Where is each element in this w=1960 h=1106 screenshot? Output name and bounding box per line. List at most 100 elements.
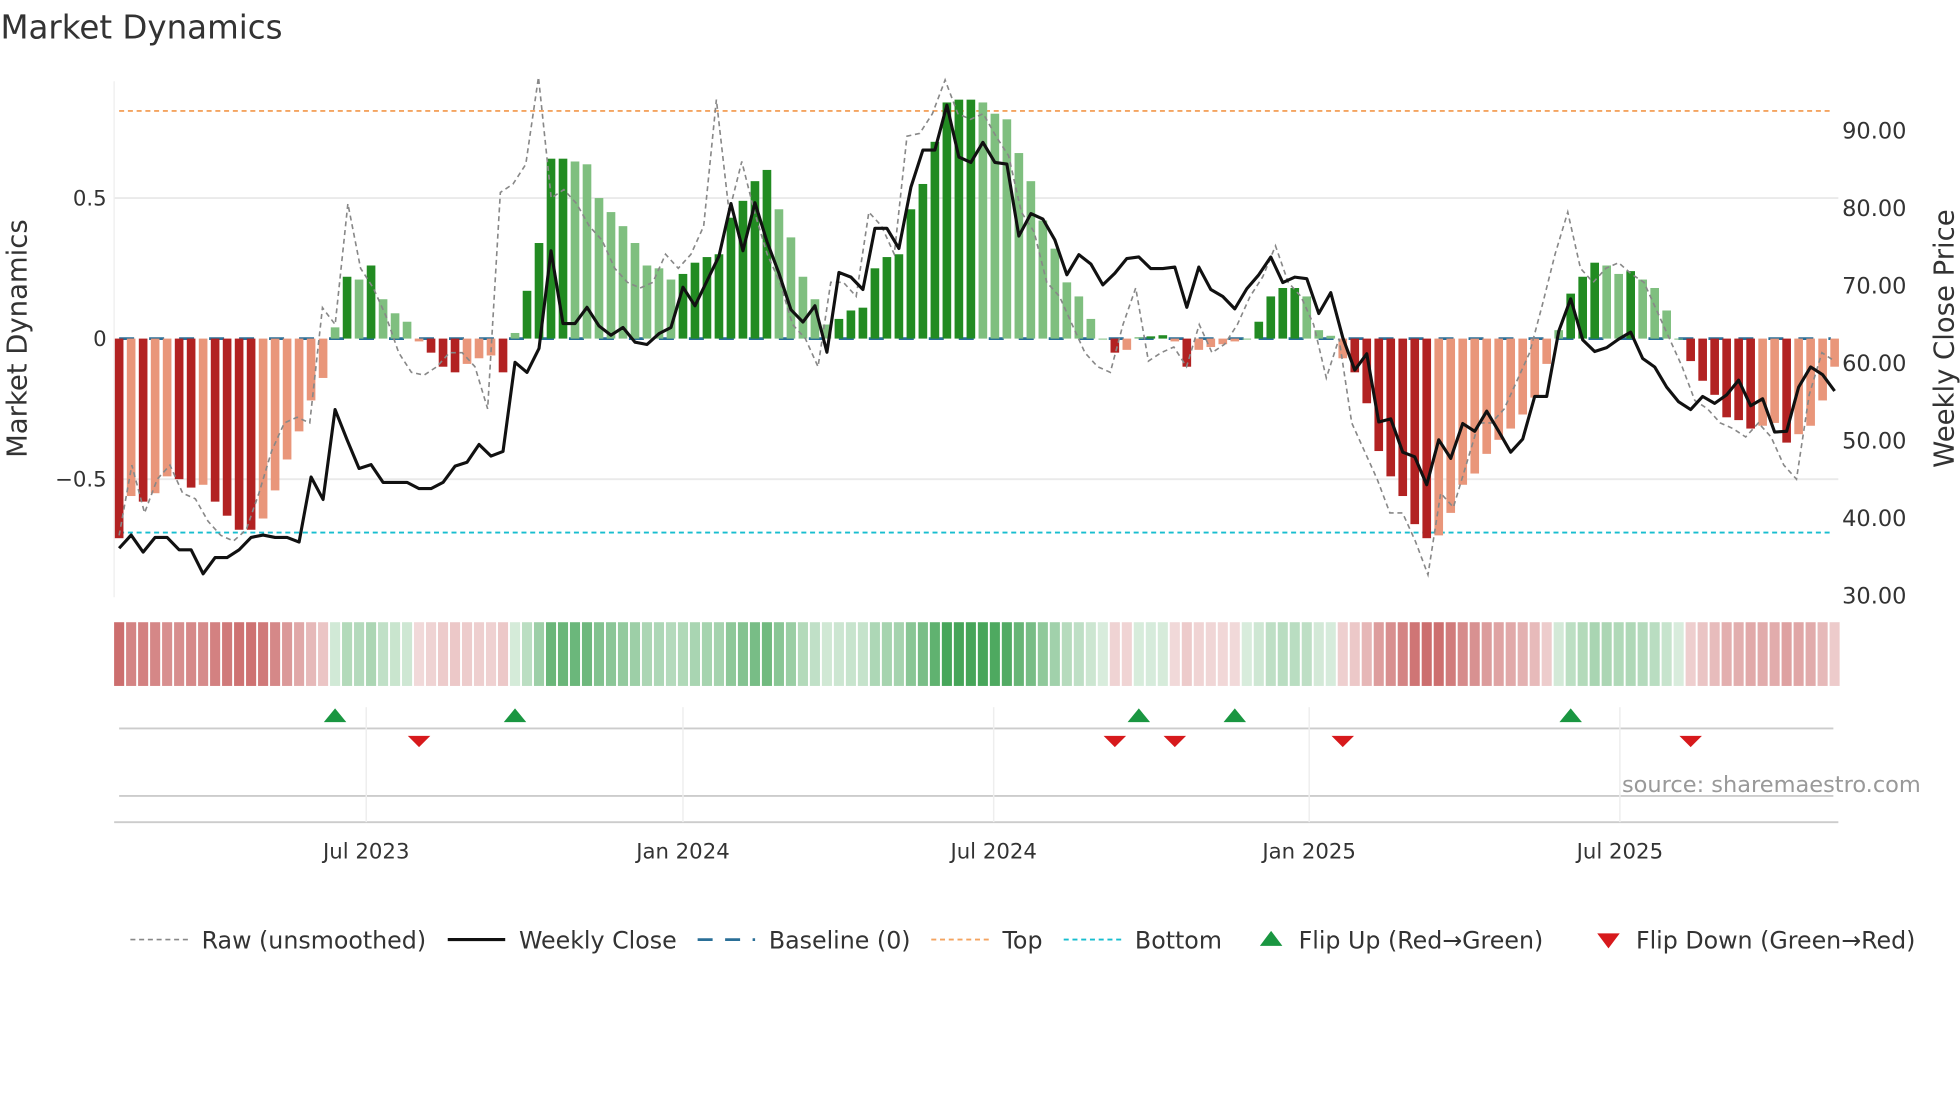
strip-cell [617,622,629,686]
momentum-bar [1482,338,1492,454]
momentum-bar [186,338,196,488]
strip-cell [1469,622,1480,686]
strip-cell [497,622,509,686]
strip-cell [1493,622,1504,686]
strip-cell [1025,622,1036,686]
momentum-bar [1506,338,1516,429]
strip-cell [1793,622,1804,686]
x-tick-label: Jul 2025 [1575,839,1663,864]
strip-cell [1277,622,1288,686]
strip-cell [186,622,197,686]
source-label: source: sharemaestro.com [1622,772,1921,798]
strip-cell [713,622,724,686]
strip-cell [1373,622,1384,686]
momentum-bar [222,338,232,516]
flip-down-marker [1163,735,1187,748]
momentum-bar [1410,338,1420,525]
legend-label: Baseline (0) [769,926,911,954]
strip-cell [354,622,365,686]
momentum-bar [1254,321,1264,339]
strip-cell [1337,622,1348,686]
momentum-bar [474,338,484,359]
strip-cell [1445,622,1456,686]
strip-cell [1829,622,1840,686]
y2-axis-label: Weekly Close Price [1928,209,1960,467]
strip-cell [1121,622,1132,686]
strip-cell [1721,622,1732,686]
strip-cell [893,622,904,686]
momentum-bar [1446,338,1456,513]
momentum-bar [1014,153,1024,339]
strip-cell [1457,622,1468,686]
momentum-bar [642,265,652,339]
strip-cell [941,622,952,686]
legend-item-top: Top [931,926,1043,954]
strip-cell [1517,622,1528,686]
strip-cell [509,622,521,686]
momentum-bar [426,338,436,353]
strip-cell [1673,622,1684,686]
strip-cell [222,622,233,686]
weekly-close-line [117,103,1836,576]
strip-cell [1613,622,1624,686]
y2-tick-label: 90.00 [1842,119,1906,145]
strip-cell [569,622,581,686]
momentum-bar [138,338,148,502]
strip-cell [641,622,653,686]
strip-cell [198,622,209,686]
strip-cell [234,622,245,686]
strip-cell [1145,622,1156,686]
momentum-bar [1242,338,1252,340]
legend-item-bottom: Bottom [1063,926,1222,954]
strip-cell [737,622,748,686]
strip-cell [1661,622,1672,686]
flip-markers-panel [114,708,1839,824]
strip-cell [1505,622,1516,686]
strip-cell [1625,622,1636,686]
strip-cell [665,622,677,686]
strip-cell [1313,622,1324,686]
strip-cell [1205,622,1216,686]
momentum-bar [1770,338,1779,423]
momentum-bar [606,212,616,339]
momentum-bar [270,338,280,491]
strip-cell [785,622,796,686]
momentum-bar [1374,338,1384,452]
y2-tick-label: 70.00 [1842,274,1906,300]
strip-cell [126,622,137,686]
momentum-bar [1158,335,1168,339]
momentum-bar [282,338,292,460]
strip-cell [1709,622,1720,686]
x-tick-label: Jul 2023 [321,839,409,864]
strip-cell [677,622,689,686]
flip-up-marker [323,708,347,723]
strip-cell [402,622,413,686]
momentum-bar [654,268,664,339]
momentum-bar [786,237,796,339]
strip-cell [953,622,964,686]
strip-cell [282,622,293,686]
strip-cell [869,622,880,686]
momentum-bar [1134,337,1144,339]
strip-cell [797,622,808,686]
strip-cell [1037,622,1048,686]
momentum-bar [1806,338,1815,426]
strip-cell [1229,622,1240,686]
y-axis-label: Market Dynamics [2,219,34,458]
momentum-bar [1686,338,1695,362]
momentum-bar [210,338,220,502]
legend: Raw (unsmoothed) Weekly Close Baseline (0)… [130,926,1915,954]
series-lines [117,77,1836,578]
momentum-bar [1230,338,1240,342]
legend-item-close: Weekly Close [447,926,677,954]
strip-cell [1181,622,1192,686]
momentum-bar [1590,262,1600,339]
x-tick-label: Jul 2024 [948,839,1036,864]
strip-cell [605,622,617,686]
y2-tick-label: 80.00 [1842,196,1906,222]
momentum-bar [618,226,628,339]
strip-cell [174,622,185,686]
momentum-bar [1326,335,1336,339]
legend-item-baseline: Baseline (0) [697,926,911,954]
momentum-bar [402,321,412,339]
